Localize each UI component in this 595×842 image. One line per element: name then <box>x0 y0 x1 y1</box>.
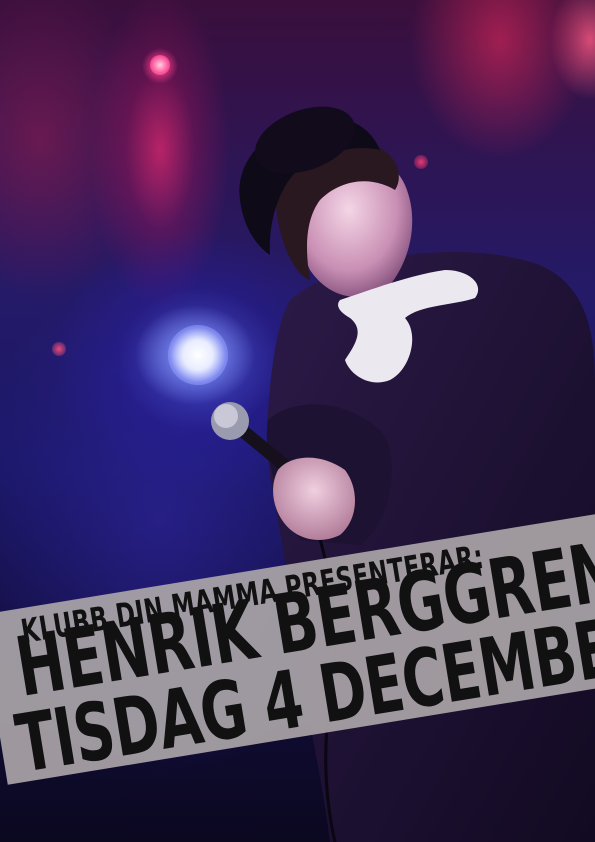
event-poster: KLUBB DIN MAMMA PRESENTERAR: HENRIK BERG… <box>0 0 595 842</box>
